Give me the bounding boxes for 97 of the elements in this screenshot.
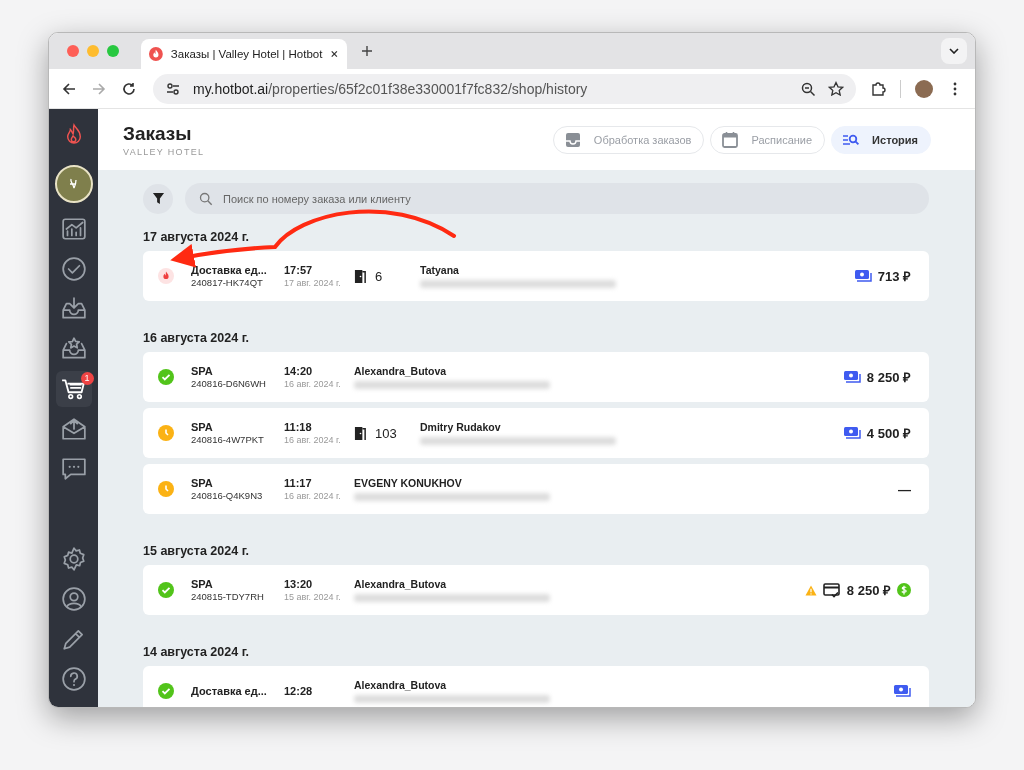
order-number: 240816-Q4K9N3 <box>191 490 264 501</box>
check-circle-icon <box>158 369 174 385</box>
address-bar[interactable]: my.hotbot.ai/properties/65f2c01f38e330001f7fc832/shop/history <box>153 73 856 104</box>
order-time: 11:17 <box>284 477 313 489</box>
room-number: 6 <box>375 268 383 284</box>
check-circle-icon <box>158 582 174 598</box>
puzzle-piece-icon[interactable] <box>870 80 886 97</box>
date-heading: 17 августа 2024 г. <box>143 230 251 244</box>
customer-name: Alexandra_Butova <box>354 578 448 590</box>
envelope-upload-icon <box>60 416 87 442</box>
hotel-name: VALLEY HOTEL <box>123 146 206 157</box>
date-heading: 16 августа 2024 г. <box>143 331 251 345</box>
card-check-icon <box>822 582 841 598</box>
flame-icon <box>149 46 163 62</box>
order-card[interactable]: SPA 240816-D6N6WH 14:20 16 авг. 2024 г. Alexandra_Butova 8 250 ₽ <box>143 352 929 402</box>
close-icon[interactable] <box>330 49 339 59</box>
tray-download-icon <box>60 296 87 322</box>
order-time: 14:20 <box>284 365 314 377</box>
page-title: Заказы <box>123 122 193 145</box>
caret-icon <box>949 48 959 54</box>
new-tab-icon[interactable] <box>361 45 373 57</box>
customer-name: Tatyana <box>420 264 460 276</box>
order-time: 11:18 <box>284 421 313 433</box>
order-time: 12:28 <box>284 685 314 697</box>
order-title: SPA <box>191 421 214 433</box>
browser-tab[interactable]: Заказы | Valley Hotel | Hotbot <box>141 39 347 69</box>
cash-icon <box>853 268 872 284</box>
order-date: 16 авг. 2024 г. <box>284 435 342 445</box>
tab-title: Заказы | Valley Hotel | Hotbot <box>170 48 323 60</box>
order-time: 13:20 <box>284 578 314 590</box>
customer-name: Dmitry Rudakov <box>420 421 502 433</box>
nav-tab[interactable]: История <box>831 125 931 154</box>
order-card[interactable]: SPA 240815-TDY7RH 13:20 15 авг. 2024 г. Alexandra_Butova 8 250 ₽ <box>143 565 929 615</box>
cash-icon <box>893 683 911 699</box>
order-number: 240815-TDY7RH <box>191 591 265 602</box>
room-number: 103 <box>375 425 397 441</box>
order-date: 16 авг. 2024 г. <box>284 379 342 389</box>
hotel-avatar[interactable] <box>54 165 93 203</box>
order-date: 17 авг. 2024 г. <box>284 278 342 288</box>
order-title: Доставка ед... <box>191 264 268 276</box>
order-date: 16 авг. 2024 г. <box>284 491 342 501</box>
order-card[interactable]: Доставка ед... 12:28 Alexandra_Butova <box>143 666 929 707</box>
checkmark-icon <box>60 256 87 282</box>
flame-icon <box>158 268 174 284</box>
order-title: Доставка ед... <box>191 685 268 697</box>
sidebar-item[interactable]: 1 <box>55 371 92 407</box>
tray-star-icon <box>60 336 87 362</box>
site-settings-icon[interactable] <box>165 80 181 97</box>
help-icon <box>60 666 87 692</box>
door-icon <box>354 268 367 284</box>
clock-icon <box>158 425 174 441</box>
reload-icon[interactable] <box>121 80 137 97</box>
clock-icon <box>158 481 174 497</box>
star-icon[interactable] <box>828 80 844 97</box>
user-icon <box>60 586 87 612</box>
profile-avatar[interactable] <box>915 79 933 98</box>
tray-icon <box>563 130 582 149</box>
order-number: 240817-HK74QT <box>191 277 264 288</box>
date-heading: 15 августа 2024 г. <box>143 544 251 558</box>
order-title: SPA <box>191 477 214 489</box>
order-title: SPA <box>191 365 214 377</box>
cash-icon <box>842 369 861 385</box>
flame-logo-icon[interactable] <box>64 123 83 145</box>
order-card[interactable]: SPA 240816-Q4K9N3 11:17 16 авг. 2024 г. EVGENY KONUKHOV — <box>143 464 929 514</box>
order-title: SPA <box>191 578 214 590</box>
chart-icon <box>60 216 87 242</box>
shopping-cart-icon <box>60 376 87 402</box>
url-text: my.hotbot.ai/properties/65f2c01f38e330001f7fc832/shop/history <box>193 80 588 97</box>
door-icon <box>354 425 367 441</box>
order-amount: 8 250 ₽ <box>846 582 891 599</box>
customer-name: Alexandra_Butova <box>354 365 448 377</box>
back-icon[interactable] <box>61 80 77 97</box>
filter-icon <box>151 192 165 205</box>
search-field[interactable]: Поиск по номеру заказа или клиенту <box>185 183 929 214</box>
empty-amount: — <box>898 481 911 497</box>
cash-icon <box>842 425 861 441</box>
zoom-out-icon[interactable] <box>800 80 816 97</box>
order-card[interactable]: Доставка ед... 240817-HK74QT 17:57 17 авг. 2024 г. 6 Tatyana 713 ₽ <box>143 251 929 301</box>
tab-list-button[interactable] <box>941 38 967 64</box>
order-number: 240816-D6N6WH <box>191 378 267 389</box>
search-icon <box>199 192 213 206</box>
order-amount: 8 250 ₽ <box>866 369 911 386</box>
chat-bubble-icon <box>60 456 87 482</box>
check-circle-icon <box>158 683 174 699</box>
settings-icon <box>60 546 87 572</box>
order-amount: 713 ₽ <box>877 268 911 285</box>
order-date: 15 авг. 2024 г. <box>284 592 342 602</box>
order-time: 17:57 <box>284 264 314 276</box>
notification-badge: 1 <box>80 372 94 385</box>
customer-name: EVGENY KONUKHOV <box>354 477 463 489</box>
order-amount: 4 500 ₽ <box>866 425 911 442</box>
filter-button[interactable] <box>143 183 173 214</box>
calendar-icon <box>721 130 740 149</box>
date-heading: 14 августа 2024 г. <box>143 645 251 659</box>
customer-name: Alexandra_Butova <box>354 679 448 691</box>
order-card[interactable]: SPA 240816-4W7PKT 11:18 16 авг. 2024 г. 103 Dmitry Rudakov 4 500 ₽ <box>143 408 929 458</box>
order-number: 240816-4W7PKT <box>191 434 265 445</box>
